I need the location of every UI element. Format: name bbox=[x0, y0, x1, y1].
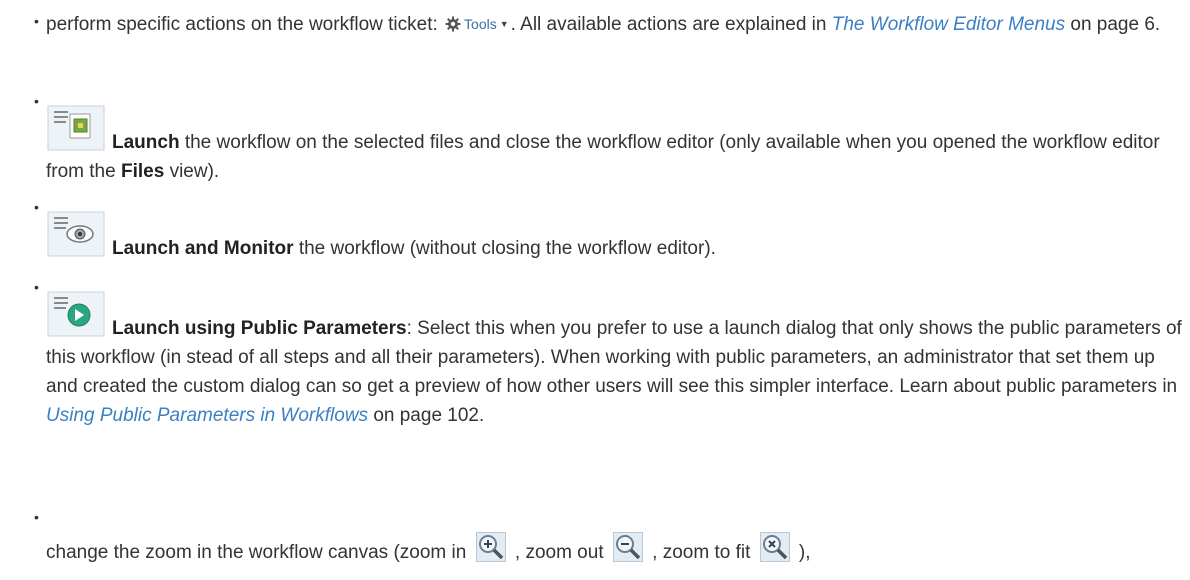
zoom-to-fit-icon bbox=[759, 532, 790, 562]
list-item: • perform specific actions on the workfl… bbox=[34, 10, 1184, 39]
zoom-out-icon bbox=[612, 532, 643, 562]
item-text: Launch using Public Parameters: Select t… bbox=[46, 280, 1184, 430]
list-item: • change the zoom in the workflow canvas… bbox=[34, 510, 1184, 567]
link-public-parameters[interactable]: Using Public Parameters in Workflows bbox=[46, 405, 368, 426]
item-text: Launch the workflow on the selected file… bbox=[46, 94, 1184, 186]
item-text: change the zoom in the workflow canvas (… bbox=[46, 510, 1184, 567]
list-item: • Launch the workflow on the selected fi… bbox=[34, 94, 1184, 186]
zoom-in-icon bbox=[475, 532, 506, 562]
bullet: • bbox=[34, 13, 39, 29]
eye-icon bbox=[47, 211, 105, 257]
item-text: perform specific actions on the workflow… bbox=[46, 10, 1184, 39]
bullet: • bbox=[34, 279, 39, 295]
document-page: • perform specific actions on the workfl… bbox=[0, 0, 1190, 580]
bullet: • bbox=[34, 199, 39, 215]
bullet: • bbox=[34, 93, 39, 109]
gear-icon bbox=[445, 16, 461, 32]
item-text: Launch and Monitor the workflow (without… bbox=[46, 200, 1184, 263]
launch-icon bbox=[47, 105, 105, 151]
bullet: • bbox=[34, 509, 39, 525]
tools-menu: Tools ▼ bbox=[443, 14, 511, 34]
caret-down-icon: ▼ bbox=[499, 18, 509, 29]
link-workflow-editor-menus[interactable]: The Workflow Editor Menus bbox=[832, 14, 1065, 35]
list-item: • Launch and Monitor the workflow (witho… bbox=[34, 200, 1184, 263]
list-item: • Launch using Public Parameters: Select… bbox=[34, 280, 1184, 430]
play-arrow-icon bbox=[47, 291, 105, 337]
